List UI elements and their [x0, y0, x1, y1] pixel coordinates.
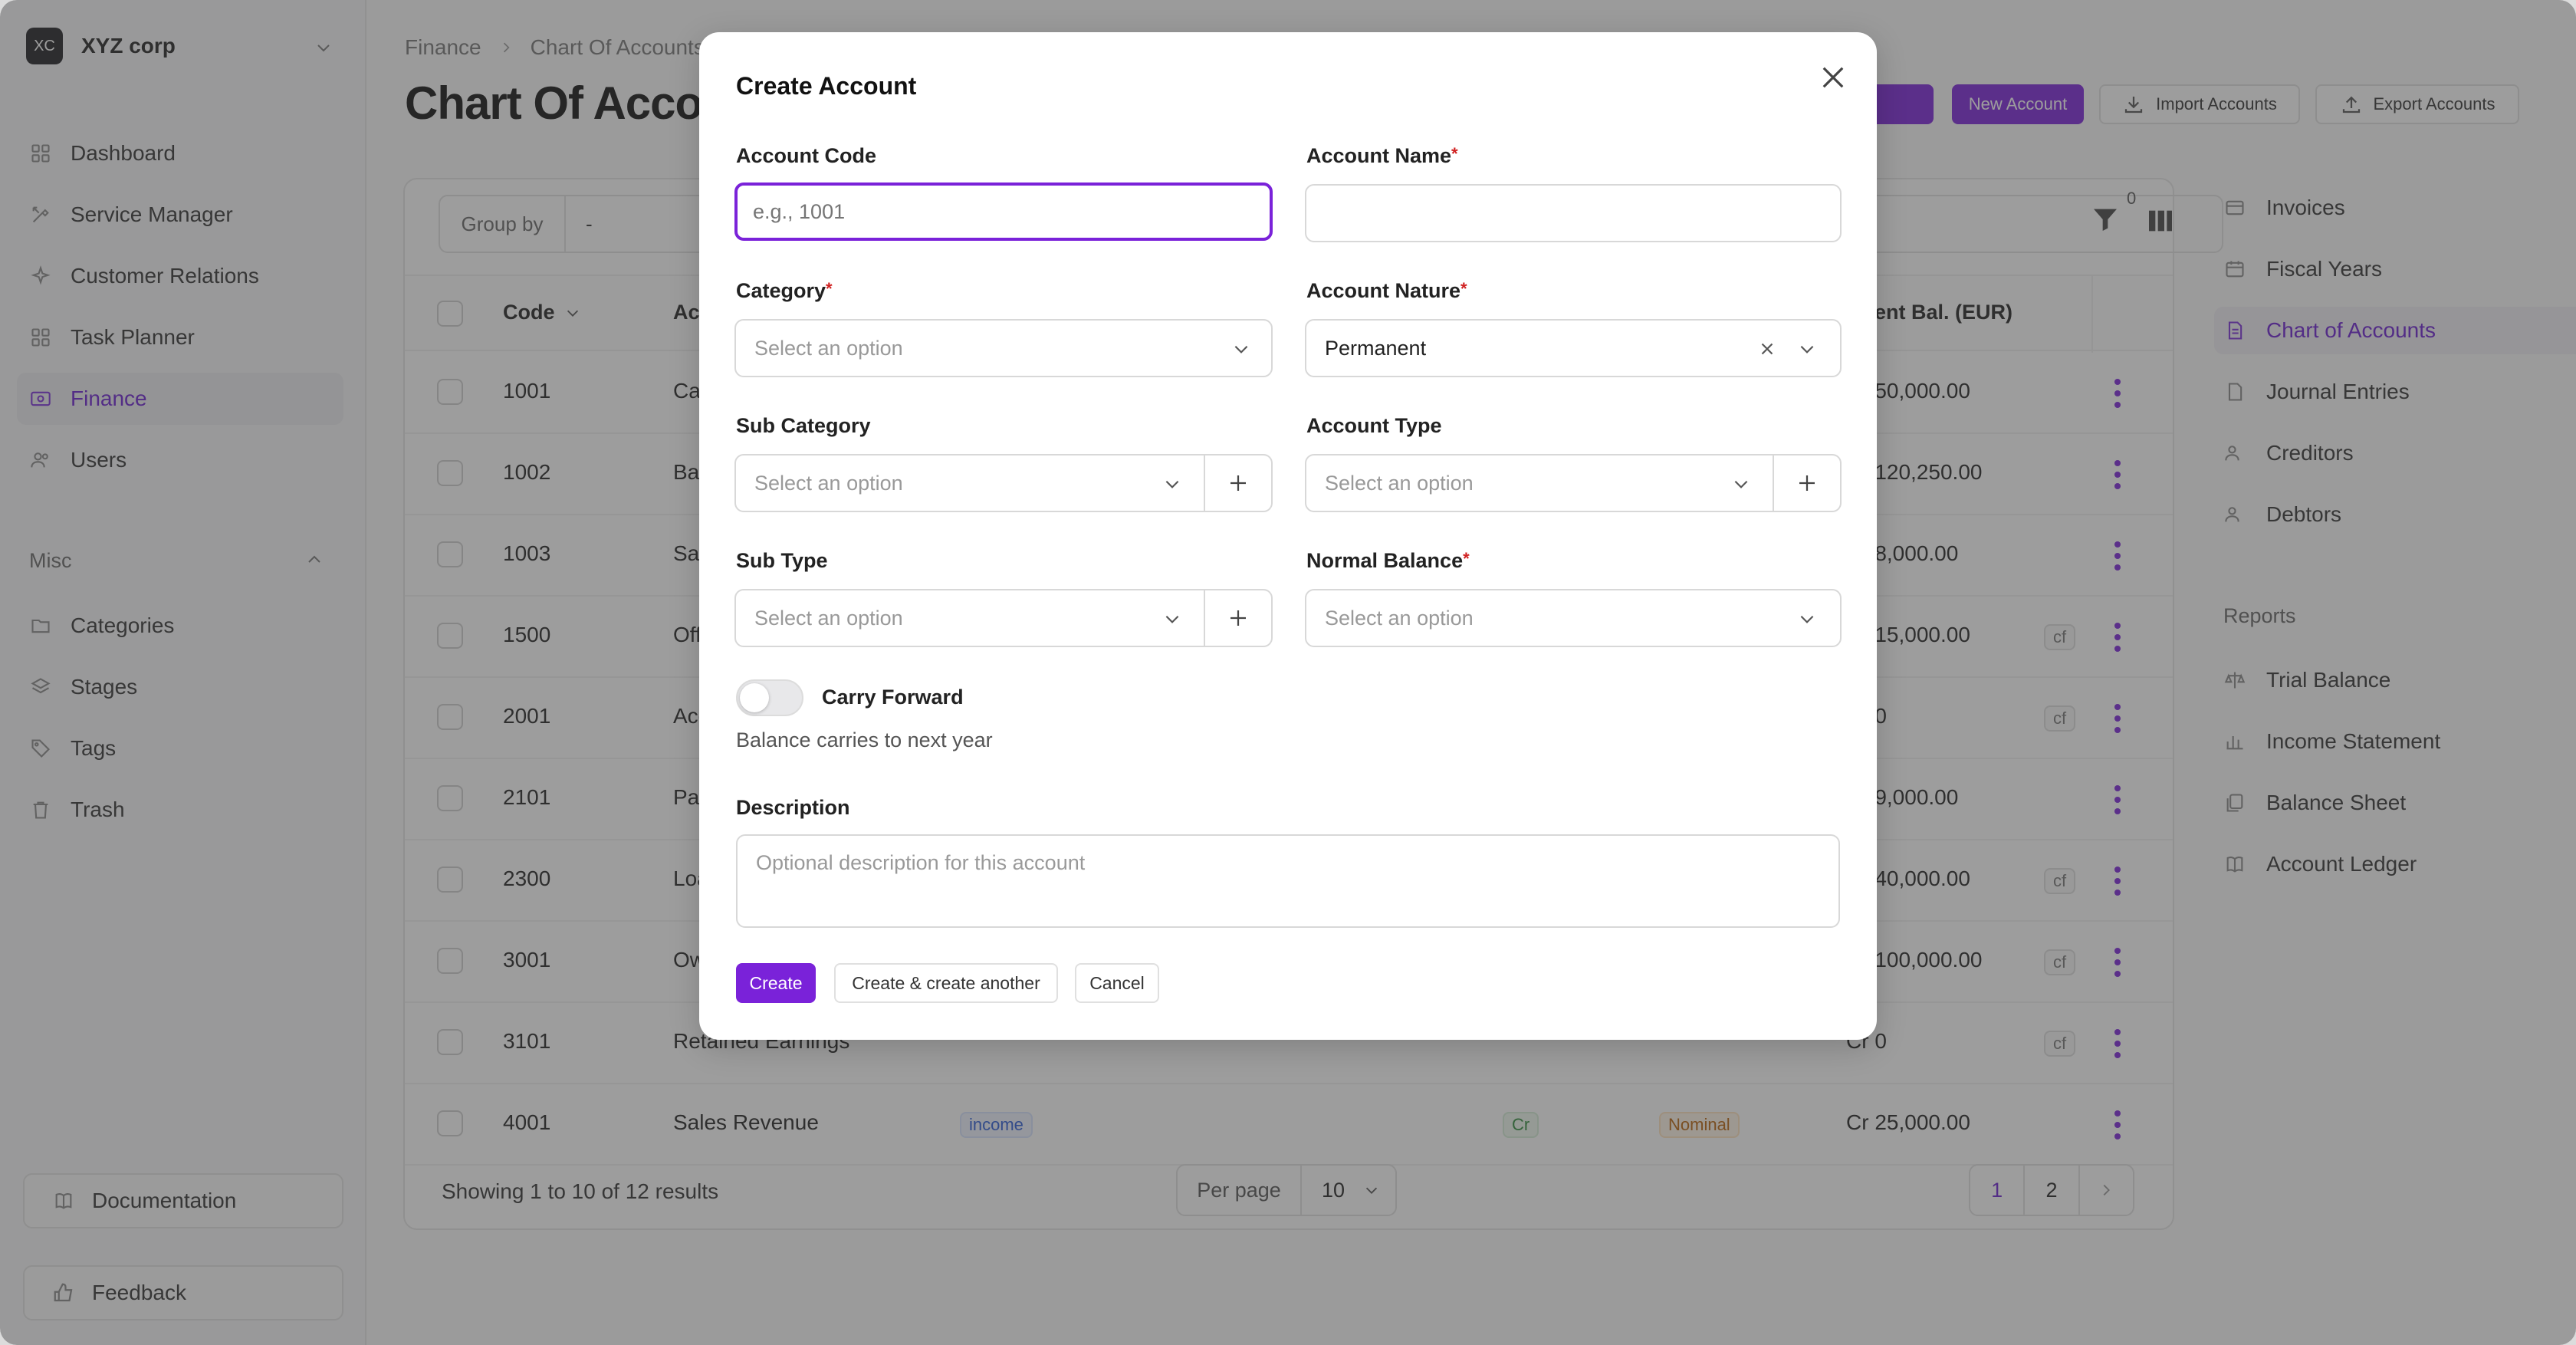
description-textarea[interactable]: Optional description for this account [736, 834, 1840, 928]
sub-type-label: Sub Type [736, 549, 828, 572]
chevron-down-icon [1165, 480, 1179, 488]
normal-balance-select[interactable]: Select an option [1305, 589, 1842, 647]
sub-category-placeholder: Select an option [754, 471, 903, 495]
account-name-label: Account Name* [1306, 144, 1458, 167]
sub-type-placeholder: Select an option [754, 606, 903, 630]
normal-balance-label: Normal Balance* [1306, 549, 1470, 572]
account-nature-select[interactable]: Permanent [1305, 319, 1842, 377]
plus-icon [1230, 610, 1246, 626]
cancel-button[interactable]: Cancel [1075, 963, 1159, 1003]
category-select[interactable]: Select an option [734, 319, 1273, 377]
normal-balance-placeholder: Select an option [1325, 606, 1474, 630]
chevron-down-icon [1734, 480, 1748, 488]
toggle-knob [740, 683, 769, 712]
add-sub-type-button[interactable] [1205, 589, 1273, 647]
create-button[interactable]: Create [736, 963, 816, 1003]
chevron-down-icon [1234, 345, 1248, 354]
carry-forward-toggle[interactable] [736, 679, 803, 716]
account-type-select[interactable]: Select an option [1305, 454, 1774, 512]
plus-icon [1799, 475, 1815, 491]
clear-icon[interactable] [1757, 339, 1777, 359]
account-code-input[interactable] [734, 183, 1273, 241]
category-placeholder: Select an option [754, 336, 903, 360]
account-nature-value: Permanent [1325, 336, 1427, 360]
description-label: Description [736, 796, 850, 819]
account-code-label: Account Code [736, 144, 877, 167]
chevron-down-icon [1800, 345, 1814, 354]
close-icon[interactable] [1817, 61, 1849, 94]
account-nature-label: Account Nature* [1306, 279, 1467, 302]
create-account-modal: Create Account Account Code Account Name… [699, 32, 1877, 1040]
account-type-placeholder: Select an option [1325, 471, 1474, 495]
app-window: XC XYZ corp Dashboard Service Manager Cu… [0, 0, 2576, 1345]
category-label: Category* [736, 279, 833, 302]
chevron-down-icon [1165, 615, 1179, 623]
sub-category-select[interactable]: Select an option [734, 454, 1205, 512]
modal-title: Create Account [736, 72, 917, 100]
sub-category-label: Sub Category [736, 414, 871, 437]
plus-icon [1230, 475, 1246, 491]
chevron-down-icon [1800, 615, 1814, 623]
account-type-label: Account Type [1306, 414, 1442, 437]
add-sub-category-button[interactable] [1205, 454, 1273, 512]
sub-type-select[interactable]: Select an option [734, 589, 1205, 647]
account-name-input[interactable] [1305, 184, 1842, 242]
carry-forward-label: Carry Forward [822, 686, 964, 709]
create-another-button[interactable]: Create & create another [834, 963, 1058, 1003]
carry-forward-help: Balance carries to next year [736, 728, 993, 751]
add-account-type-button[interactable] [1774, 454, 1842, 512]
